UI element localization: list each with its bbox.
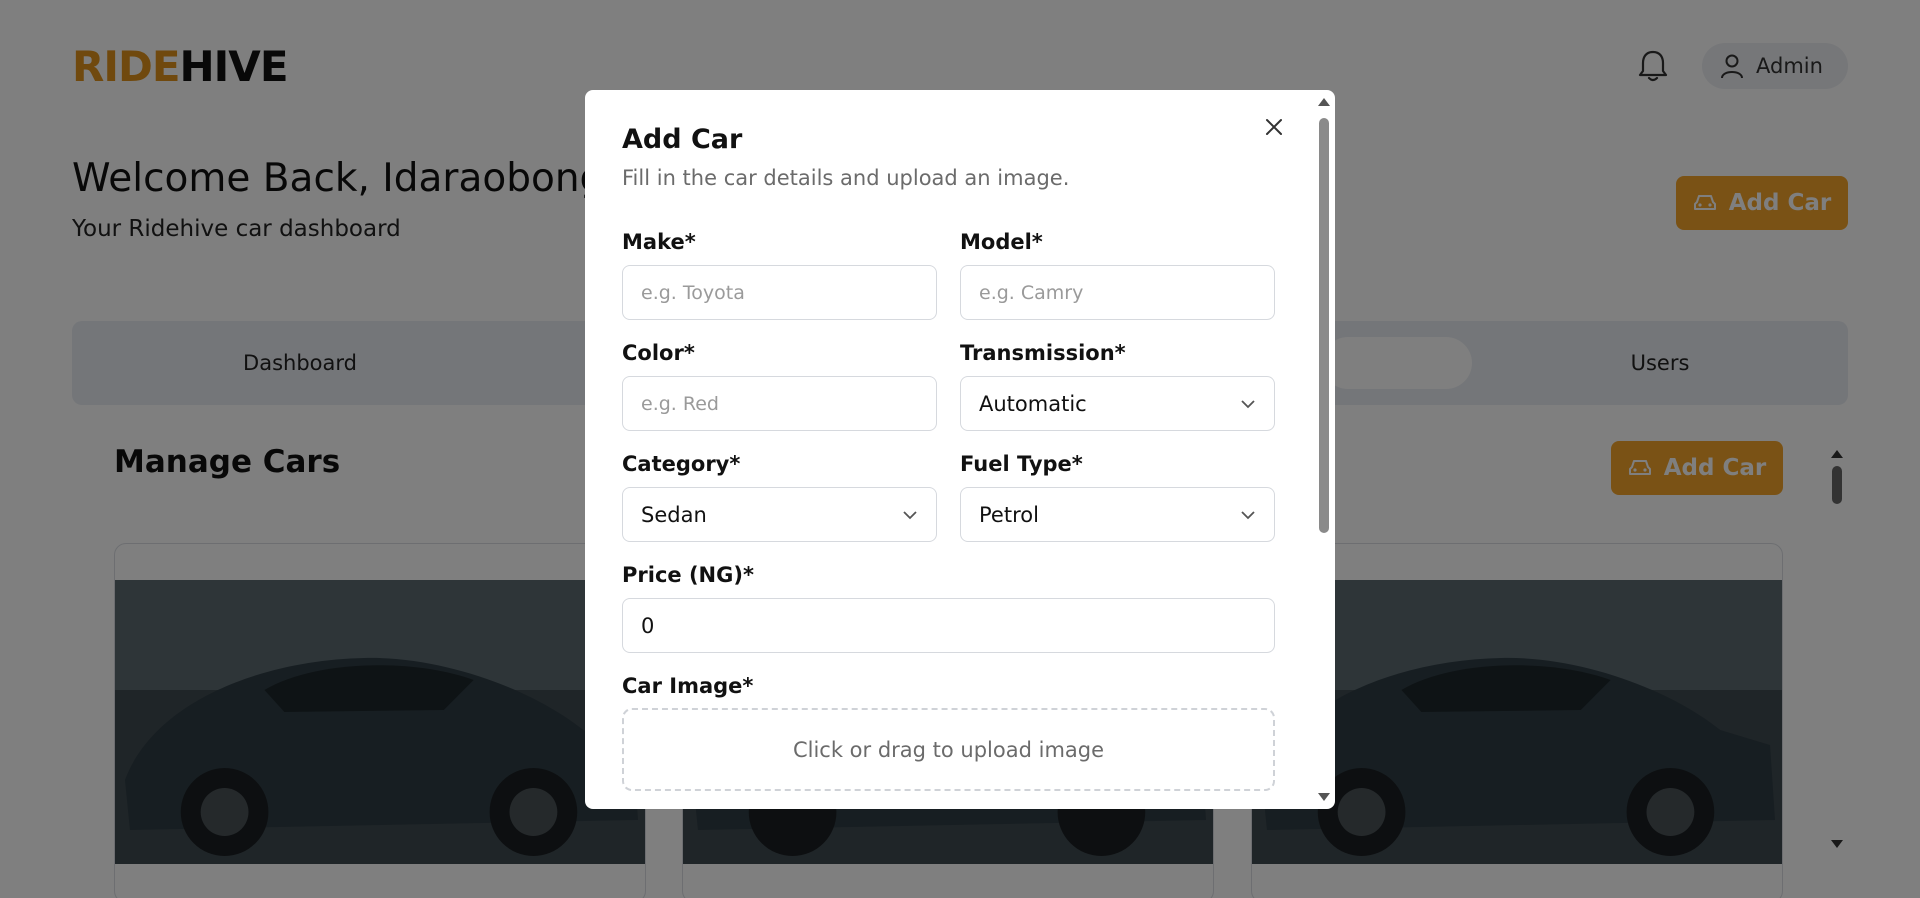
price-label: Price (NG)* — [622, 563, 754, 587]
modal-description: Fill in the car details and upload an im… — [622, 166, 1070, 190]
category-select[interactable]: Sedan — [622, 487, 937, 542]
category-value: Sedan — [641, 502, 707, 527]
upload-text: Click or drag to upload image — [792, 737, 1105, 762]
color-label: Color* — [622, 341, 695, 365]
transmission-select[interactable]: Automatic — [960, 376, 1275, 431]
modal-title: Add Car — [622, 124, 743, 155]
chevron-down-icon — [1241, 399, 1255, 408]
add-car-modal: Add Car Fill in the car details and uplo… — [585, 90, 1335, 809]
modal-scrollbar[interactable] — [1313, 90, 1335, 809]
price-value: 0 — [641, 613, 655, 638]
car-image-label: Car Image* — [622, 674, 754, 698]
make-input[interactable] — [622, 265, 937, 320]
chevron-down-icon — [1241, 510, 1255, 519]
transmission-label: Transmission* — [960, 341, 1126, 365]
make-label: Make* — [622, 230, 696, 254]
model-label: Model* — [960, 230, 1043, 254]
fuel-type-select[interactable]: Petrol — [960, 487, 1275, 542]
image-upload-dropzone[interactable]: Click or drag to upload image — [622, 708, 1275, 791]
fuel-type-value: Petrol — [979, 502, 1039, 527]
close-icon — [1266, 119, 1282, 135]
chevron-down-icon — [903, 510, 917, 519]
category-label: Category* — [622, 452, 741, 476]
color-input[interactable] — [622, 376, 937, 431]
model-input[interactable] — [960, 265, 1275, 320]
price-input[interactable]: 0 — [622, 598, 1275, 653]
transmission-value: Automatic — [979, 391, 1087, 416]
fuel-type-label: Fuel Type* — [960, 452, 1083, 476]
close-button[interactable] — [1261, 114, 1287, 140]
